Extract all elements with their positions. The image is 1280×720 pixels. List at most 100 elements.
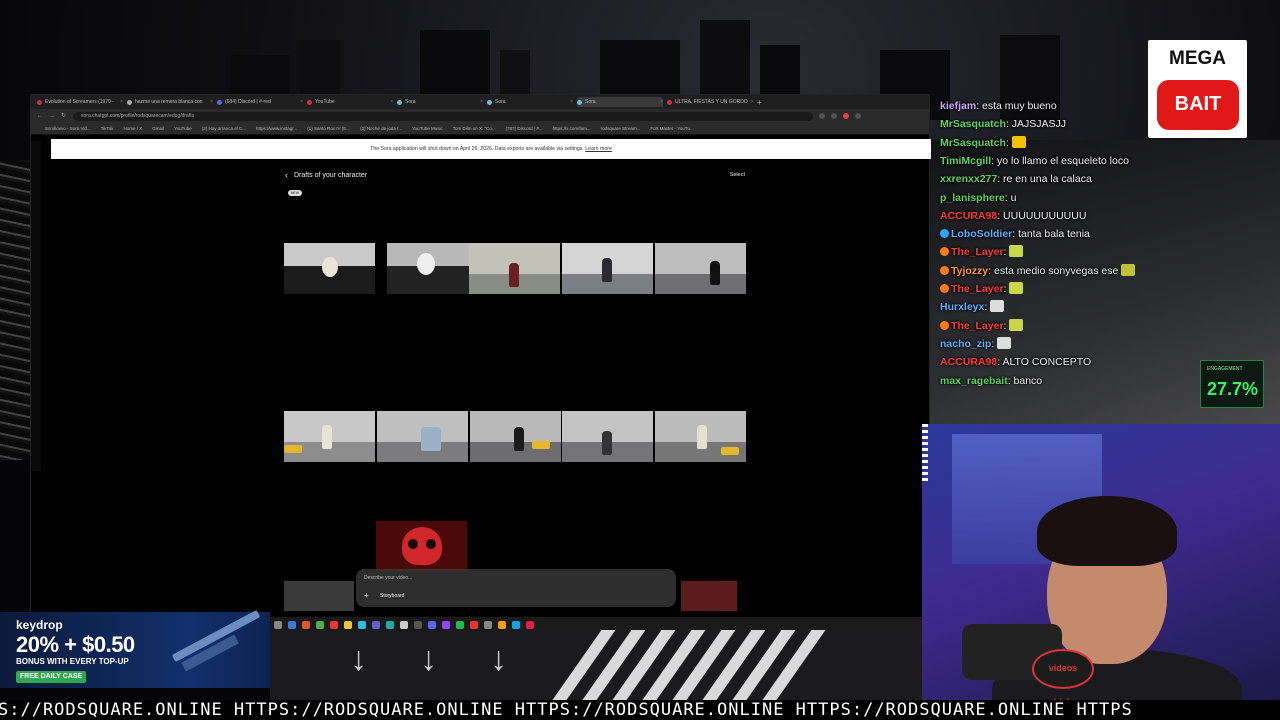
chat-username[interactable]: max_ragebait [940, 375, 1008, 387]
bookmark-item[interactable]: (3) Noche de joda t... [360, 126, 402, 131]
back-arrow-icon[interactable]: ← [37, 113, 43, 119]
chat-message: kiefjam: esta muy bueno [940, 98, 1057, 114]
app-icon[interactable] [498, 621, 506, 629]
app-icon[interactable] [330, 621, 338, 629]
draft-thumbnail[interactable] [377, 411, 468, 462]
chat-username[interactable]: The_Layer [951, 320, 1004, 332]
app-icon[interactable] [386, 621, 394, 629]
draft-thumbnail-skull[interactable] [376, 521, 467, 571]
back-chevron-icon[interactable]: ‹ [285, 170, 288, 180]
close-tab-icon[interactable]: × [660, 99, 663, 105]
draft-thumbnail[interactable] [655, 411, 746, 462]
app-icon[interactable] [372, 621, 380, 629]
bookmark-item[interactable]: Scrollovvo - Sora Vid... [45, 126, 91, 131]
chat-text: : esta medio sonyvegas ese [988, 264, 1119, 277]
draft-thumbnail[interactable] [387, 243, 478, 294]
twitch-icon[interactable] [442, 621, 450, 629]
app-icon[interactable] [400, 621, 408, 629]
tab-7[interactable]: ULTRA, FIESTAS Y UN GORDO × [667, 97, 753, 107]
prompt-input[interactable]: Describe your video... [364, 575, 412, 581]
app-icon[interactable] [288, 621, 296, 629]
bookmark-item[interactable]: rodsquare Stream... [601, 126, 641, 131]
draft-thumbnail[interactable] [284, 243, 375, 294]
bookmark-item[interactable]: Gmail [152, 126, 164, 131]
tab-2[interactable]: (684) Discord | #-red × [217, 97, 303, 107]
close-tab-icon[interactable]: × [751, 99, 753, 105]
learn-more-link[interactable]: Learn more [585, 146, 612, 152]
chat-username[interactable]: TimiMcgill [940, 155, 991, 167]
bookmark-item[interactable]: YouTube Music [412, 126, 443, 131]
obs-icon[interactable] [470, 621, 478, 629]
tab-1[interactable]: hazme una remera blanca con × [127, 97, 213, 107]
storyboard-button[interactable]: Storyboard [380, 593, 404, 599]
chrome-icon[interactable] [316, 621, 324, 629]
draft-thumbnail[interactable] [284, 411, 375, 462]
chat-username[interactable]: MrSasquatch [940, 137, 1006, 149]
tab-6[interactable]: Sora × [577, 97, 663, 107]
chat-username[interactable]: ACCURA98 [940, 210, 997, 222]
close-tab-icon[interactable]: × [300, 99, 303, 105]
close-tab-icon[interactable]: × [210, 99, 213, 105]
chat-username[interactable]: LoboSoldier [951, 228, 1012, 240]
close-tab-icon[interactable]: × [120, 99, 123, 105]
chat-username[interactable]: The_Layer [951, 246, 1004, 258]
chat-username[interactable]: kiefjam [940, 100, 976, 112]
extension-icon[interactable] [831, 113, 837, 119]
preview-thumbnail[interactable] [681, 581, 737, 611]
close-tab-icon[interactable]: × [390, 99, 393, 105]
bookmark-item[interactable]: https://x.com/fam... [553, 126, 591, 131]
folder-icon[interactable] [344, 621, 352, 629]
chat-username[interactable]: The_Layer [951, 283, 1004, 295]
chat-username[interactable]: Tyjozzy [951, 265, 988, 277]
draft-thumbnail[interactable] [562, 243, 653, 294]
close-tab-icon[interactable]: × [480, 99, 483, 105]
draft-thumbnail[interactable] [284, 581, 354, 611]
profile-icon[interactable] [855, 113, 861, 119]
add-icon[interactable]: + [364, 591, 369, 600]
chat-username[interactable]: Hurxleyx [940, 301, 984, 313]
prompt-composer[interactable]: Describe your video... + Storyboard [356, 569, 676, 607]
ad-cta[interactable]: FREE DAILY CASE [16, 671, 87, 683]
bookmark-item[interactable]: TikTok [101, 126, 114, 131]
bookmark-item[interactable]: YouTube [174, 126, 192, 131]
app-icon[interactable] [414, 621, 422, 629]
bookmark-item[interactable]: (2) Hoy arranca el C... [202, 126, 246, 131]
chat-username[interactable]: ACCURA98 [940, 356, 997, 368]
bookmark-item[interactable]: Tom Dilm on X: "Co... [453, 126, 496, 131]
keydrop-ad[interactable]: keydrop 20% + $0.50 BONUS WITH EVERY TOP… [0, 609, 270, 688]
new-tab-icon[interactable]: + [757, 98, 762, 107]
app-icon[interactable] [302, 621, 310, 629]
chat-username[interactable]: xxrenxx277 [940, 173, 997, 185]
bookmark-item[interactable]: Home / X [124, 126, 143, 131]
bookmark-item[interactable]: (787) Discord | #... [506, 126, 543, 131]
chat-username[interactable]: p_lanisphere [940, 192, 1005, 204]
bookmark-item[interactable]: (1) Santo Rox IV (E... [307, 126, 350, 131]
close-tab-icon[interactable]: × [570, 99, 573, 105]
url-input[interactable]: sora.chatgpt.com/profile/rodsquarecam/ed… [73, 111, 813, 121]
chat-username[interactable]: MrSasquatch [940, 118, 1006, 130]
reload-icon[interactable]: ↻ [61, 113, 67, 119]
tab-4[interactable]: Sora × [397, 97, 483, 107]
bookmark-item[interactable]: https://www.instagr... [256, 126, 297, 131]
extension-icon[interactable] [843, 113, 849, 119]
bookmark-item[interactable]: Fort Master - YouTu... [650, 126, 693, 131]
tab-5[interactable]: Sora × [487, 97, 573, 107]
app-icon[interactable] [358, 621, 366, 629]
chat-username[interactable]: nacho_zip [940, 338, 991, 350]
extension-icon[interactable] [819, 113, 825, 119]
forward-arrow-icon[interactable]: → [49, 113, 55, 119]
discord-icon[interactable] [428, 621, 436, 629]
draft-thumbnail[interactable] [655, 243, 746, 294]
app-icon[interactable] [526, 621, 534, 629]
app-icon[interactable] [512, 621, 520, 629]
tab-3[interactable]: YouTube × [307, 97, 393, 107]
draft-thumbnail[interactable] [562, 411, 653, 462]
search-icon[interactable] [274, 621, 282, 629]
spotify-icon[interactable] [456, 621, 464, 629]
draft-thumbnail[interactable] [470, 411, 561, 462]
tab-0[interactable]: Evolution of Screamers (1970 - × [37, 97, 123, 107]
youtube-favicon-icon [37, 99, 42, 105]
draft-thumbnail[interactable] [469, 243, 560, 294]
app-icon[interactable] [484, 621, 492, 629]
select-button[interactable]: Select [730, 172, 745, 178]
